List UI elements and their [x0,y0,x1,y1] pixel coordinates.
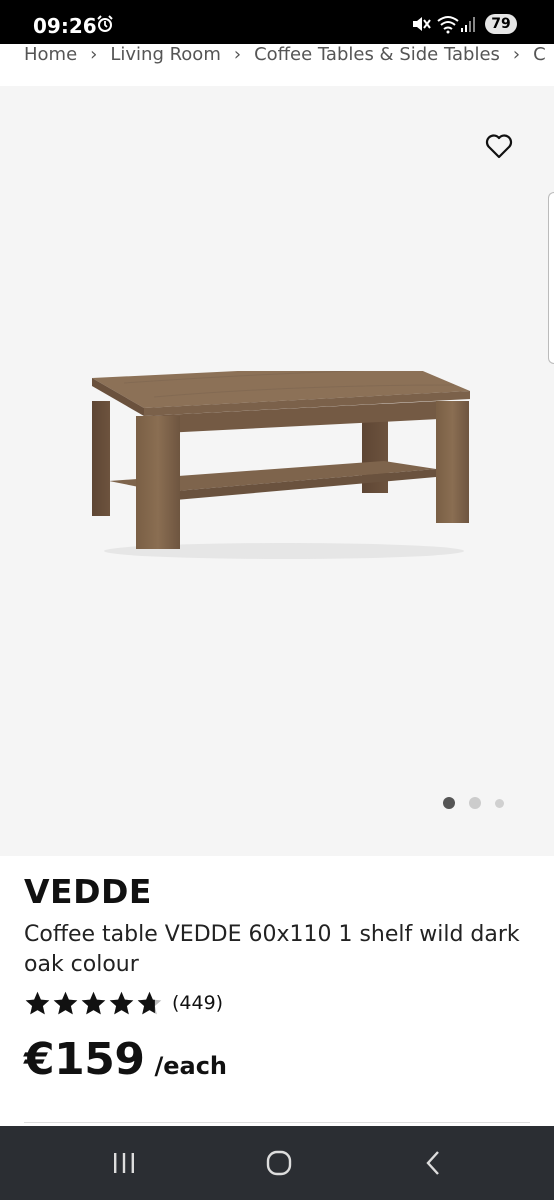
star-icon [25,991,50,1015]
star-icon [81,991,106,1015]
coffee-table-image [92,371,470,559]
price-row: €159 /each [24,1034,227,1085]
mute-icon [411,15,431,38]
scroll-handle[interactable] [548,192,554,364]
star-rating [24,990,164,1016]
heart-outline-icon [485,134,513,159]
wifi-icon [437,14,459,39]
divider [24,1122,530,1123]
back-button[interactable] [413,1146,453,1180]
breadcrumb-item-living-room[interactable]: Living Room [110,44,221,65]
battery-badge: 79 [485,14,517,34]
breadcrumb-item-coffee-tables[interactable]: Coffee Tables & Side Tables [254,44,500,65]
product-image-gallery[interactable] [0,86,554,856]
breadcrumb-separator: › [512,44,521,65]
review-count[interactable]: (449) [172,992,223,1014]
breadcrumb: Home › Living Room › Coffee Tables & Sid… [0,44,554,86]
status-bar: 09:26 79 [0,0,554,44]
home-icon [266,1150,292,1176]
carousel-dot[interactable] [495,798,504,808]
star-icon [137,991,162,1015]
recent-apps-icon [114,1153,134,1173]
recent-apps-button[interactable] [104,1146,144,1180]
carousel-dot[interactable] [469,797,481,809]
breadcrumb-separator: › [90,44,98,65]
favorite-button[interactable] [484,131,514,161]
status-time: 09:26 [33,14,97,38]
alarm-icon [96,15,114,38]
carousel-dot[interactable] [443,797,455,809]
star-icon [109,991,134,1015]
price-value: €159 [24,1034,145,1085]
rating-row[interactable]: (449) [24,990,223,1016]
product-description: Coffee table VEDDE 60x110 1 shelf wild d… [24,922,520,977]
breadcrumb-item-home[interactable]: Home [24,44,77,65]
system-nav-bar [0,1126,554,1200]
breadcrumb-separator: › [233,44,242,65]
star-icon [53,991,78,1015]
signal-icon [460,15,478,38]
price-unit: /each [154,1052,228,1080]
product-name: VEDDE [24,872,152,911]
back-icon [426,1151,439,1175]
product-info: VEDDE Coffee table VEDDE 60x110 1 shelf … [0,856,554,1126]
breadcrumb-item-truncated[interactable]: C [533,44,546,65]
carousel-dots[interactable] [443,797,518,809]
home-button[interactable] [259,1146,299,1180]
